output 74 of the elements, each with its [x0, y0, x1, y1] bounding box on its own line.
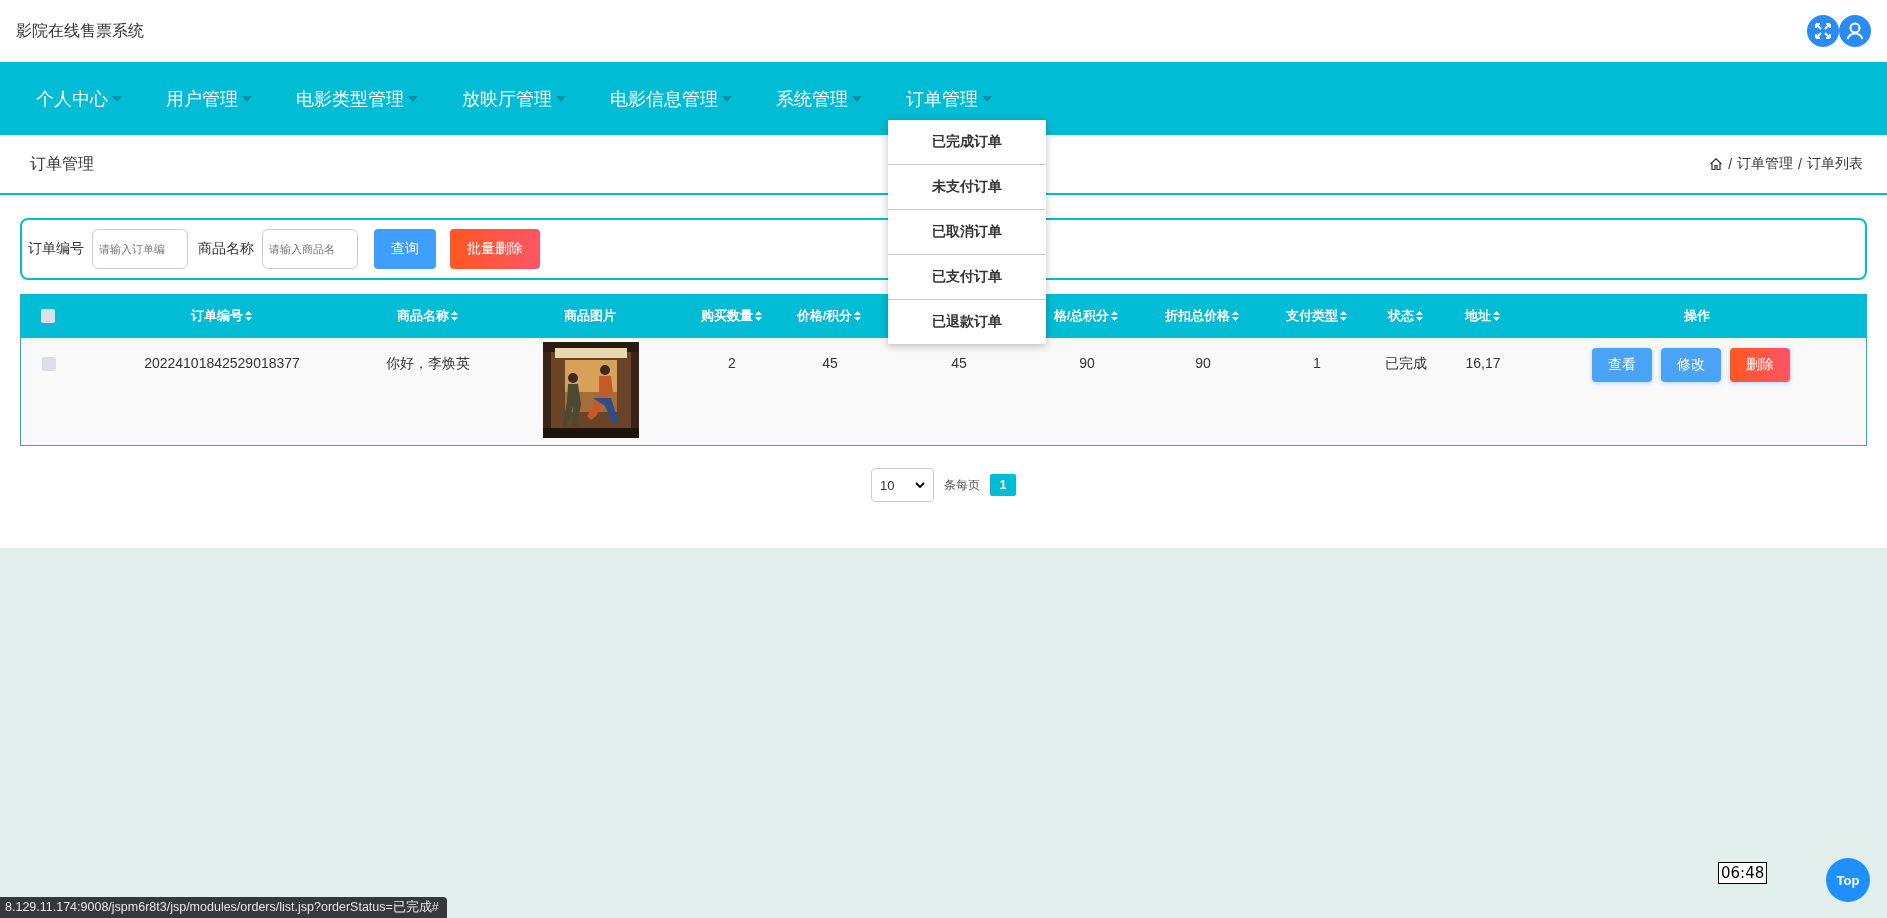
nav-menu-item[interactable]: 电影类型管理 [296, 62, 418, 135]
sort-icon [1415, 311, 1423, 321]
home-icon[interactable] [1709, 157, 1724, 171]
dropdown-item[interactable]: 已完成订单 [888, 120, 1046, 165]
caret-icon [982, 95, 992, 102]
breadcrumb-separator: / [1798, 156, 1802, 172]
delete-button[interactable]: 删除 [1729, 348, 1790, 382]
caret-icon [112, 95, 122, 102]
table-cell-text: 45 [822, 354, 838, 371]
dropdown-item[interactable]: 已支付订单 [888, 255, 1046, 300]
nav-menu-item[interactable]: 个人中心 [36, 62, 122, 135]
table-cell-text: 1 [1313, 354, 1321, 371]
caret-icon [408, 95, 418, 102]
column-header[interactable]: 商品名称 [366, 307, 488, 325]
caret-icon [852, 95, 862, 102]
column-header[interactable]: 购买数量 [692, 307, 770, 325]
top-button[interactable]: Top [1826, 858, 1870, 902]
table-cell-text: 已完成 [1385, 354, 1427, 373]
sort-icon [1232, 311, 1239, 321]
dropdown-item[interactable]: 未支付订单 [888, 165, 1046, 210]
batch-delete-button[interactable]: 批量删除 [450, 229, 540, 269]
table-cell-text: 45 [951, 354, 967, 371]
page-title: 订单管理 [30, 153, 95, 174]
select-all-checkbox[interactable] [41, 309, 55, 323]
column-header[interactable]: 地址 [1438, 307, 1526, 325]
page-button[interactable]: 1 [990, 474, 1016, 496]
table-cell-text: 2 [728, 354, 736, 371]
search-field[interactable]: 请输入订单编 [92, 229, 188, 269]
breadcrumb-link[interactable]: 订单管理 [1737, 155, 1794, 173]
time-tooltip: 06:48 [1718, 862, 1768, 884]
table-cell-text: 20224101842529018377 [144, 354, 300, 371]
breadcrumb-link[interactable]: 订单列表 [1807, 155, 1863, 173]
per-page-label: 条每页 [944, 476, 980, 494]
table-cell-text: 16,17 [1465, 354, 1501, 371]
column-header[interactable]: 支付类型 [1260, 307, 1372, 325]
sort-icon [450, 311, 458, 321]
chevron-icon [915, 482, 925, 488]
dropdown-item[interactable]: 已取消订单 [888, 210, 1046, 255]
action-button[interactable]: 修改 [1660, 348, 1721, 382]
sort-icon [754, 311, 762, 321]
nav-menu-item[interactable]: 电影信息管理 [610, 62, 732, 135]
sort-icon [1111, 311, 1119, 321]
action-button[interactable]: 查看 [1591, 348, 1652, 382]
caret-icon [242, 95, 252, 102]
search-field[interactable]: 请输入商品名 [262, 229, 358, 269]
sort-icon [244, 311, 252, 321]
page-size-select[interactable]: 10 [871, 468, 934, 502]
column-header: 商品图片 [563, 307, 617, 325]
nav-menu-item[interactable]: 系统管理 [776, 62, 862, 135]
fullscreen-icon[interactable] [1807, 15, 1839, 47]
status-url: 8.129.11.174:9008/jspm6r8t3/jsp/modules/orders/list.jsp?orderStatus=已完成# [0, 897, 447, 918]
field-label: 订单编号 [28, 240, 84, 258]
user-icon[interactable] [1839, 15, 1871, 47]
column-header[interactable]: 折扣总价格 [1144, 307, 1260, 325]
app-title: 影院在线售票系统 [16, 20, 145, 41]
table-cell-text: 90 [1195, 354, 1211, 371]
table-cell-text: 你好，李焕英 [386, 354, 470, 373]
table-cell-text: 90 [1079, 354, 1095, 371]
caret-icon [556, 95, 566, 102]
column-header[interactable]: 状态 [1372, 307, 1438, 325]
breadcrumb-separator: / [1728, 156, 1733, 172]
caret-icon [722, 95, 732, 102]
select-value: 10 [880, 477, 895, 493]
column-header[interactable]: 价格/积分 [770, 307, 888, 325]
sort-icon [1339, 311, 1347, 321]
field-label: 商品名称 [198, 240, 254, 258]
sort-icon [854, 311, 862, 321]
sort-icon [1492, 311, 1500, 321]
nav-menu-item[interactable]: 用户管理 [166, 62, 252, 135]
row-checkbox[interactable] [42, 357, 56, 371]
column-header[interactable]: 订单编号 [76, 307, 366, 325]
query-button[interactable]: 查询 [374, 229, 436, 269]
column-header: 操作 [1682, 307, 1711, 325]
nav-menu-item[interactable]: 放映厅管理 [462, 62, 566, 135]
